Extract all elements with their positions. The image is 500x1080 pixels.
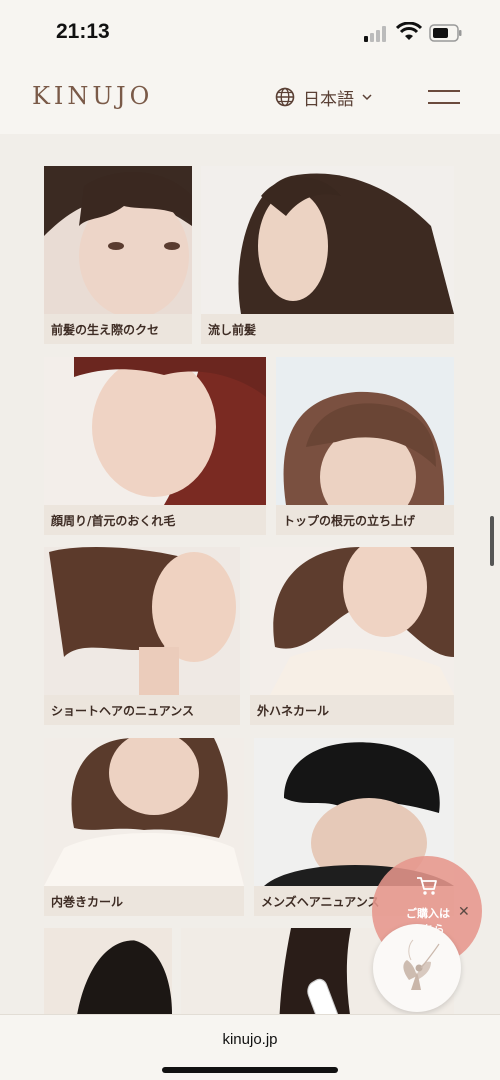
chevron-down-icon [362, 94, 372, 101]
home-indicator[interactable] [162, 1067, 338, 1073]
card-label: ショートヘアのニュアンス [51, 704, 195, 718]
status-bar: 21:13 [0, 0, 500, 66]
card-photo [44, 357, 266, 505]
style-card[interactable]: 前髪の生え際のクセ [44, 166, 192, 344]
signal-icon [364, 26, 390, 42]
fairy-logo-icon [403, 939, 440, 990]
style-card[interactable]: 内巻きカール [44, 738, 244, 916]
card-photo [44, 547, 240, 695]
card-photo [44, 928, 172, 1014]
style-card[interactable]: トップの根元の立ち上げ [276, 357, 454, 535]
style-card[interactable]: 流し前髪 [201, 166, 454, 344]
card-label: トップの根元の立ち上げ [283, 514, 416, 528]
globe-icon [275, 87, 295, 107]
card-photo [44, 166, 192, 314]
language-label: 日本語 [303, 89, 354, 110]
close-icon[interactable]: ✕ [458, 904, 470, 920]
card-photo [250, 547, 454, 695]
card-label: 内巻きカール [51, 895, 124, 909]
style-card[interactable]: ショートヘアのニュアンス [44, 547, 240, 725]
battery-icon [429, 24, 462, 42]
card-label: メンズヘアニュアンス [261, 895, 380, 909]
brand-logo[interactable]: KINUJO [32, 82, 153, 110]
fairy-logo-button[interactable] [373, 924, 461, 1012]
url-label[interactable]: kinujo.jp [0, 1031, 500, 1048]
card-photo [44, 738, 244, 886]
style-card[interactable]: 外ハネカール [250, 547, 454, 725]
status-time: 21:13 [56, 20, 110, 43]
wifi-icon [396, 22, 422, 40]
card-label: 前髪の生え際のクセ [51, 323, 160, 337]
language-selector[interactable]: 日本語 [275, 84, 372, 110]
card-photo [201, 166, 454, 314]
browser-bottom-bar: kinujo.jp [0, 1014, 500, 1080]
card-label: 外ハネカール [257, 704, 330, 718]
cart-icon [417, 877, 437, 895]
menu-icon[interactable] [428, 90, 460, 106]
card-label: 顔周り/首元のおくれ毛 [51, 514, 176, 528]
site-header: KINUJO 日本語 [0, 66, 500, 134]
card-label: 流し前髪 [208, 323, 257, 337]
scroll-indicator[interactable] [490, 516, 494, 566]
card-photo [276, 357, 454, 505]
style-card[interactable] [44, 928, 172, 1014]
style-card[interactable]: 顔周り/首元のおくれ毛 [44, 357, 266, 535]
